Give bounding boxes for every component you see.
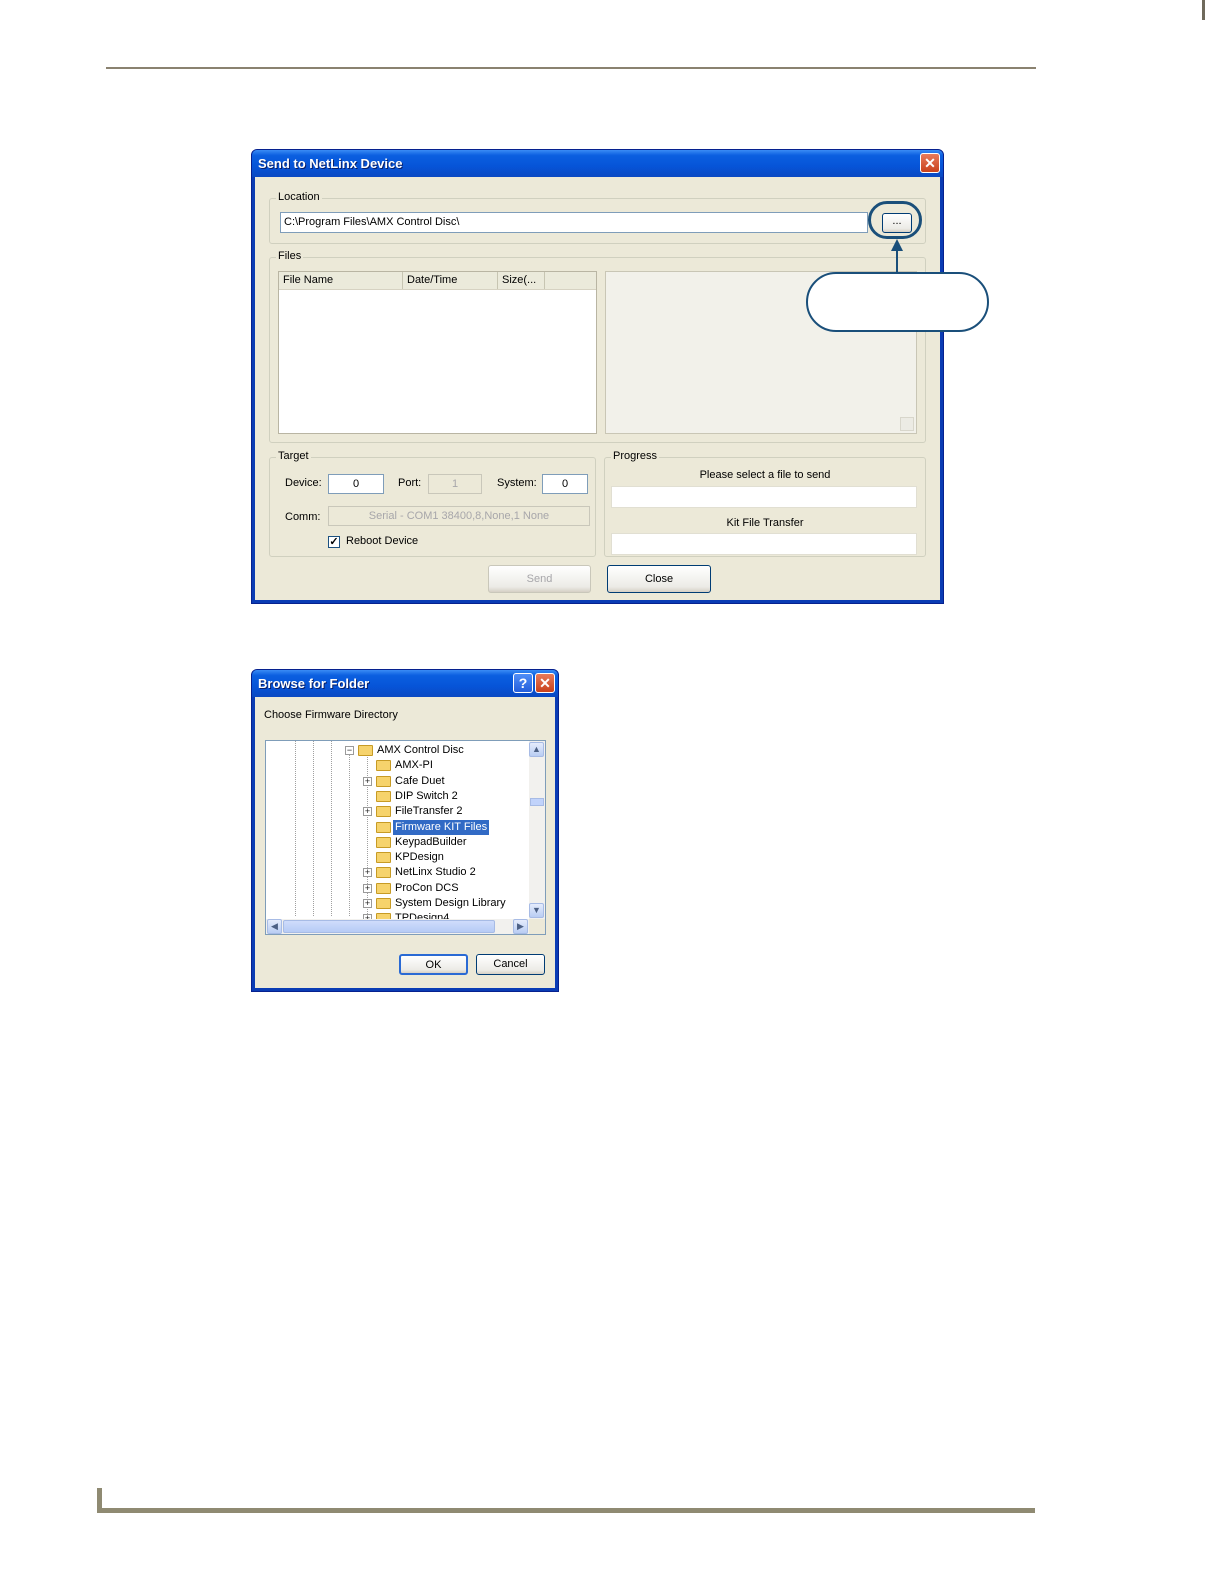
device-field[interactable]: 0 <box>328 474 384 494</box>
send-to-netlinx-dialog: Send to NetLinx Device ✕ Location C:\Pro… <box>251 149 944 604</box>
progress-status-text: Please select a file to send <box>699 469 831 481</box>
scroll-thumb-horizontal[interactable] <box>283 920 495 933</box>
callout-arrow <box>891 239 903 274</box>
folder-icon <box>358 745 373 756</box>
cancel-button[interactable]: Cancel <box>476 954 545 975</box>
file-list[interactable]: File Name Date/Time Size(... <box>278 271 597 434</box>
scroll-left-icon[interactable]: ◀ <box>267 919 282 934</box>
tree-item-label[interactable]: KPDesign <box>393 850 446 865</box>
reboot-checkbox[interactable]: ✓ <box>328 536 340 548</box>
help-icon[interactable]: ? <box>513 673 533 693</box>
port-field: 1 <box>428 474 482 494</box>
browse-prompt: Choose Firmware Directory <box>264 709 398 721</box>
tree-item[interactable]: Firmware KIT Files <box>266 819 528 835</box>
folder-tree[interactable]: − AMX Control Disc AMX-PI + Cafe Duet DIP Swi… <box>265 740 546 935</box>
column-date-time[interactable]: Date/Time <box>403 272 498 289</box>
expand-icon[interactable]: + <box>363 883 372 893</box>
close-button[interactable]: Close <box>607 565 711 593</box>
files-group-label: Files <box>276 250 304 262</box>
folder-icon <box>376 760 391 772</box>
scroll-corner <box>900 417 914 431</box>
folder-icon <box>376 836 391 848</box>
tree-item-label[interactable]: DIP Switch 2 <box>393 789 460 804</box>
folder-icon <box>376 775 391 787</box>
folder-icon <box>376 867 391 879</box>
scroll-down-icon[interactable]: ▼ <box>529 903 544 918</box>
tree-item-label[interactable]: Cafe Duet <box>393 774 447 789</box>
send-button[interactable]: Send <box>488 565 591 593</box>
send-dialog-body: Location C:\Program Files\AMX Control Di… <box>255 177 940 600</box>
tree-item-label[interactable]: AMX-PI <box>393 758 435 773</box>
location-group: Location C:\Program Files\AMX Control Di… <box>269 191 926 244</box>
tree-item-label[interactable]: ProCon DCS <box>393 881 461 896</box>
folder-icon <box>376 882 391 894</box>
page-edge-tick <box>1202 0 1205 20</box>
location-path-field[interactable]: C:\Program Files\AMX Control Disc\ <box>280 212 868 233</box>
tree-item-label[interactable]: KeypadBuilder <box>393 835 469 850</box>
tree-item[interactable]: + ProCon DCS <box>266 881 528 896</box>
send-dialog-titlebar[interactable]: Send to NetLinx Device ✕ <box>252 150 943 177</box>
callout-bubble <box>806 272 989 332</box>
expand-icon[interactable]: + <box>363 868 372 878</box>
location-group-label: Location <box>276 191 322 203</box>
tree-item-label[interactable]: NetLinx Studio 2 <box>393 865 478 880</box>
progress-group: Progress Please select a file to send Ki… <box>604 450 926 557</box>
folder-icon <box>376 898 391 909</box>
send-dialog-title: Send to NetLinx Device <box>258 156 403 171</box>
tree-item[interactable]: + NetLinx Studio 2 <box>266 865 528 880</box>
tree-item[interactable]: DIP Switch 2 <box>266 789 528 804</box>
device-label: Device: <box>285 477 322 489</box>
browse-for-folder-dialog: Browse for Folder ? ✕ Choose Firmware Di… <box>251 669 559 992</box>
tree-item-label[interactable]: System Design Library <box>393 896 508 911</box>
tree-item-label[interactable]: AMX Control Disc <box>375 743 466 758</box>
tree-item[interactable]: + FileTransfer 2 <box>266 804 528 819</box>
tree-item[interactable]: − AMX Control Disc <box>266 743 528 758</box>
ok-button[interactable]: OK <box>399 954 468 975</box>
browse-dialog-titlebar[interactable]: Browse for Folder ? ✕ <box>252 670 558 697</box>
progress-group-label: Progress <box>611 450 660 462</box>
comm-label: Comm: <box>285 511 321 523</box>
browse-highlight-ring <box>868 201 922 239</box>
transfer-status-text: Kit File Transfer <box>726 517 804 529</box>
folder-icon <box>376 790 391 802</box>
folder-icon <box>376 852 391 864</box>
collapse-icon[interactable]: − <box>345 746 354 755</box>
tree-item[interactable]: + System Design Library <box>266 896 528 911</box>
tree-item-label[interactable]: FileTransfer 2 <box>393 804 464 819</box>
header-rule <box>106 67 1036 69</box>
browse-dialog-body: Choose Firmware Directory − AMX Control D… <box>255 697 555 988</box>
footer-rule <box>97 1508 1035 1513</box>
tree-item[interactable]: + Cafe Duet <box>266 774 528 789</box>
target-group-label: Target <box>276 450 311 462</box>
tree-horizontal-scrollbar[interactable]: ◀ ▶ <box>266 919 529 934</box>
browse-dialog-title: Browse for Folder <box>258 676 370 691</box>
tree-item[interactable]: AMX-PI <box>266 758 528 773</box>
scroll-right-icon[interactable]: ▶ <box>513 919 528 934</box>
file-progress-bar <box>611 486 917 508</box>
folder-icon <box>376 821 391 833</box>
tree-item-label[interactable]: Firmware KIT Files <box>393 819 490 835</box>
transfer-progress-bar <box>611 533 917 555</box>
scroll-corner <box>529 919 545 934</box>
system-field[interactable]: 0 <box>542 474 588 494</box>
tree-vertical-scrollbar[interactable]: ▲ ▼ <box>529 741 545 919</box>
close-icon[interactable]: ✕ <box>535 673 555 693</box>
scroll-up-icon[interactable]: ▲ <box>529 742 544 757</box>
tree-item[interactable]: KPDesign <box>266 850 528 865</box>
reboot-label[interactable]: Reboot Device <box>346 535 418 547</box>
expand-icon[interactable]: + <box>363 807 372 817</box>
column-file-name[interactable]: File Name <box>279 272 403 289</box>
folder-icon <box>376 806 391 818</box>
system-label: System: <box>497 477 537 489</box>
file-list-header: File Name Date/Time Size(... <box>279 272 596 290</box>
expand-icon[interactable]: + <box>363 776 372 786</box>
scroll-thumb[interactable] <box>530 798 544 806</box>
close-icon[interactable]: ✕ <box>920 153 940 173</box>
tree-item[interactable]: KeypadBuilder <box>266 835 528 850</box>
column-size[interactable]: Size(... <box>498 272 545 289</box>
port-label: Port: <box>398 477 422 489</box>
comm-field: Serial - COM1 38400,8,None,1 None <box>328 506 590 526</box>
expand-icon[interactable]: + <box>363 899 372 908</box>
target-group: Target Device: 0 Port: 1 System: 0 Comm:… <box>269 450 596 557</box>
